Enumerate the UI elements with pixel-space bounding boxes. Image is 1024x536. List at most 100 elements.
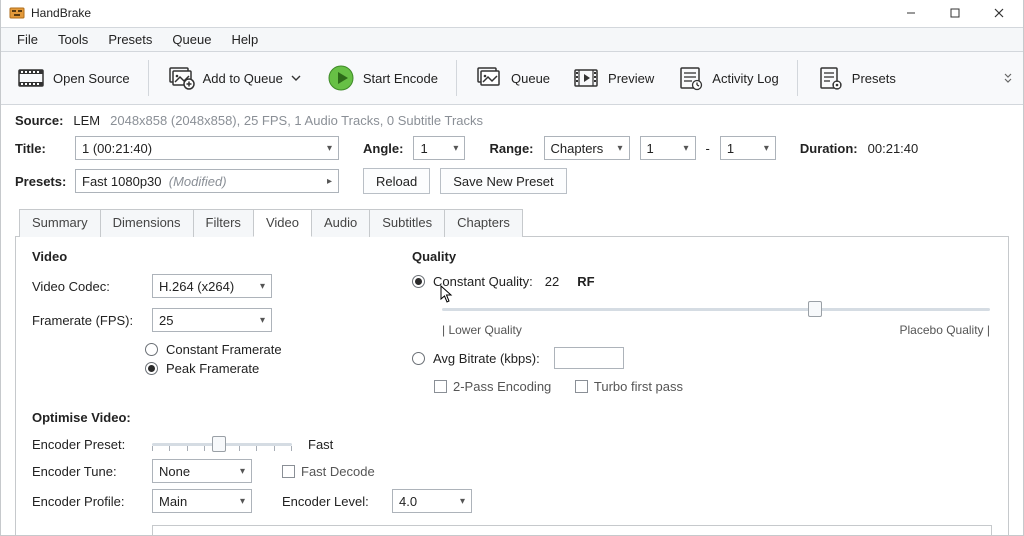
peak-framerate-radio[interactable]: Peak Framerate xyxy=(145,361,372,376)
constant-quality-radio[interactable]: Constant Quality: 22 RF xyxy=(412,274,992,289)
chevron-down-icon: ▾ xyxy=(240,466,245,477)
radio-icon xyxy=(145,343,158,356)
encoder-tune-select[interactable]: None ▾ xyxy=(152,459,252,483)
video-codec-select[interactable]: H.264 (x264) ▾ xyxy=(152,274,272,298)
tab-filters[interactable]: Filters xyxy=(193,209,254,237)
chevron-down-icon: ▾ xyxy=(240,496,245,507)
start-encode-button[interactable]: Start Encode xyxy=(319,60,446,96)
open-source-label: Open Source xyxy=(53,71,130,86)
peak-framerate-label: Peak Framerate xyxy=(166,361,259,376)
angle-select[interactable]: 1 ▾ xyxy=(413,136,465,160)
turbo-checkbox[interactable]: Turbo first pass xyxy=(575,379,683,394)
chevron-down-icon: ▾ xyxy=(764,143,769,154)
encoder-profile-select[interactable]: Main ▾ xyxy=(152,489,252,513)
twopass-label: 2-Pass Encoding xyxy=(453,379,551,394)
reload-button[interactable]: Reload xyxy=(363,168,430,194)
radio-icon xyxy=(412,275,425,288)
title-select[interactable]: 1 (00:21:40) ▾ xyxy=(75,136,339,160)
maximize-button[interactable] xyxy=(933,0,977,27)
encoder-preset-value: Fast xyxy=(308,437,333,452)
range-from-select[interactable]: 1 ▾ xyxy=(640,136,696,160)
start-encode-label: Start Encode xyxy=(363,71,438,86)
tab-chapters[interactable]: Chapters xyxy=(444,209,523,237)
chevron-down-icon: ▾ xyxy=(453,143,458,154)
extra-options-input[interactable] xyxy=(152,525,992,535)
encoder-tune-value: None xyxy=(159,464,190,479)
tab-dimensions[interactable]: Dimensions xyxy=(100,209,194,237)
range-mode-select[interactable]: Chapters ▾ xyxy=(544,136,630,160)
queue-icon xyxy=(475,64,503,92)
preset-select[interactable]: Fast 1080p30 (Modified) ▸ xyxy=(75,169,339,193)
presets-label: Presets xyxy=(852,71,896,86)
video-codec-value: H.264 (x264) xyxy=(159,279,234,294)
encoder-level-value: 4.0 xyxy=(399,494,417,509)
chevron-down-icon: ▾ xyxy=(260,315,265,326)
toolbar: Open Source Add to Queue Start Encode Qu… xyxy=(1,52,1023,106)
chevron-down-icon[interactable] xyxy=(287,67,305,90)
title-label: Title: xyxy=(15,141,65,156)
presets-button[interactable]: Presets xyxy=(808,60,904,96)
range-to-select[interactable]: 1 ▾ xyxy=(720,136,776,160)
encoder-level-label: Encoder Level: xyxy=(282,494,382,509)
checkbox-icon xyxy=(575,380,588,393)
optimise-heading: Optimise Video: xyxy=(32,410,992,425)
menu-tools[interactable]: Tools xyxy=(50,30,96,49)
encoder-tune-label: Encoder Tune: xyxy=(32,464,142,479)
range-to-value: 1 xyxy=(727,141,734,156)
quality-slider[interactable] xyxy=(442,299,990,319)
menu-presets[interactable]: Presets xyxy=(100,30,160,49)
chevron-down-icon: ▾ xyxy=(460,496,465,507)
close-button[interactable] xyxy=(977,0,1021,27)
encoder-preset-slider[interactable] xyxy=(152,435,292,453)
preview-button[interactable]: Preview xyxy=(564,60,662,96)
twopass-checkbox[interactable]: 2-Pass Encoding xyxy=(434,379,551,394)
checkbox-icon xyxy=(434,380,447,393)
add-to-queue-button[interactable]: Add to Queue xyxy=(159,60,313,96)
menu-queue[interactable]: Queue xyxy=(164,30,219,49)
chevron-down-icon: ▾ xyxy=(617,143,622,154)
add-queue-icon xyxy=(167,64,195,92)
avg-bitrate-label: Avg Bitrate (kbps): xyxy=(433,351,540,366)
toolbar-overflow[interactable] xyxy=(1001,60,1015,96)
slider-thumb[interactable] xyxy=(212,436,226,452)
app-icon xyxy=(9,5,25,21)
constant-framerate-radio[interactable]: Constant Framerate xyxy=(145,342,372,357)
framerate-label: Framerate (FPS): xyxy=(32,313,142,328)
open-source-button[interactable]: Open Source xyxy=(9,60,138,96)
separator xyxy=(797,60,798,96)
encoder-preset-label: Encoder Preset: xyxy=(32,437,142,452)
encoder-level-select[interactable]: 4.0 ▾ xyxy=(392,489,472,513)
activity-log-button[interactable]: Activity Log xyxy=(668,60,786,96)
duration-label: Duration: xyxy=(800,141,858,156)
preset-suffix: (Modified) xyxy=(169,174,227,189)
avg-bitrate-input[interactable] xyxy=(554,347,624,369)
radio-icon xyxy=(412,352,425,365)
slider-track xyxy=(442,308,990,311)
tab-summary[interactable]: Summary xyxy=(19,209,101,237)
video-heading: Video xyxy=(32,249,372,264)
menu-file[interactable]: File xyxy=(9,30,46,49)
slider-thumb[interactable] xyxy=(808,301,822,317)
play-icon xyxy=(327,64,355,92)
chevron-down-icon: ▾ xyxy=(683,143,688,154)
framerate-select[interactable]: 25 ▾ xyxy=(152,308,272,332)
quality-lower-label: | Lower Quality xyxy=(442,323,522,337)
menu-help[interactable]: Help xyxy=(223,30,266,49)
avg-bitrate-radio[interactable]: Avg Bitrate (kbps): xyxy=(412,347,992,369)
angle-value: 1 xyxy=(420,141,427,156)
queue-button[interactable]: Queue xyxy=(467,60,558,96)
fast-decode-checkbox[interactable]: Fast Decode xyxy=(282,464,375,479)
tabs: Summary Dimensions Filters Video Audio S… xyxy=(15,208,1009,237)
save-new-preset-button[interactable]: Save New Preset xyxy=(440,168,566,194)
tab-video[interactable]: Video xyxy=(253,209,312,237)
constant-quality-label: Constant Quality: xyxy=(433,274,533,289)
tab-audio[interactable]: Audio xyxy=(311,209,370,237)
tab-subtitles[interactable]: Subtitles xyxy=(369,209,445,237)
quality-heading: Quality xyxy=(412,249,992,264)
source-label: Source: xyxy=(15,113,63,128)
range-from-value: 1 xyxy=(647,141,654,156)
preview-label: Preview xyxy=(608,71,654,86)
add-to-queue-label: Add to Queue xyxy=(203,71,283,86)
range-sep: - xyxy=(706,141,710,156)
minimize-button[interactable] xyxy=(889,0,933,27)
